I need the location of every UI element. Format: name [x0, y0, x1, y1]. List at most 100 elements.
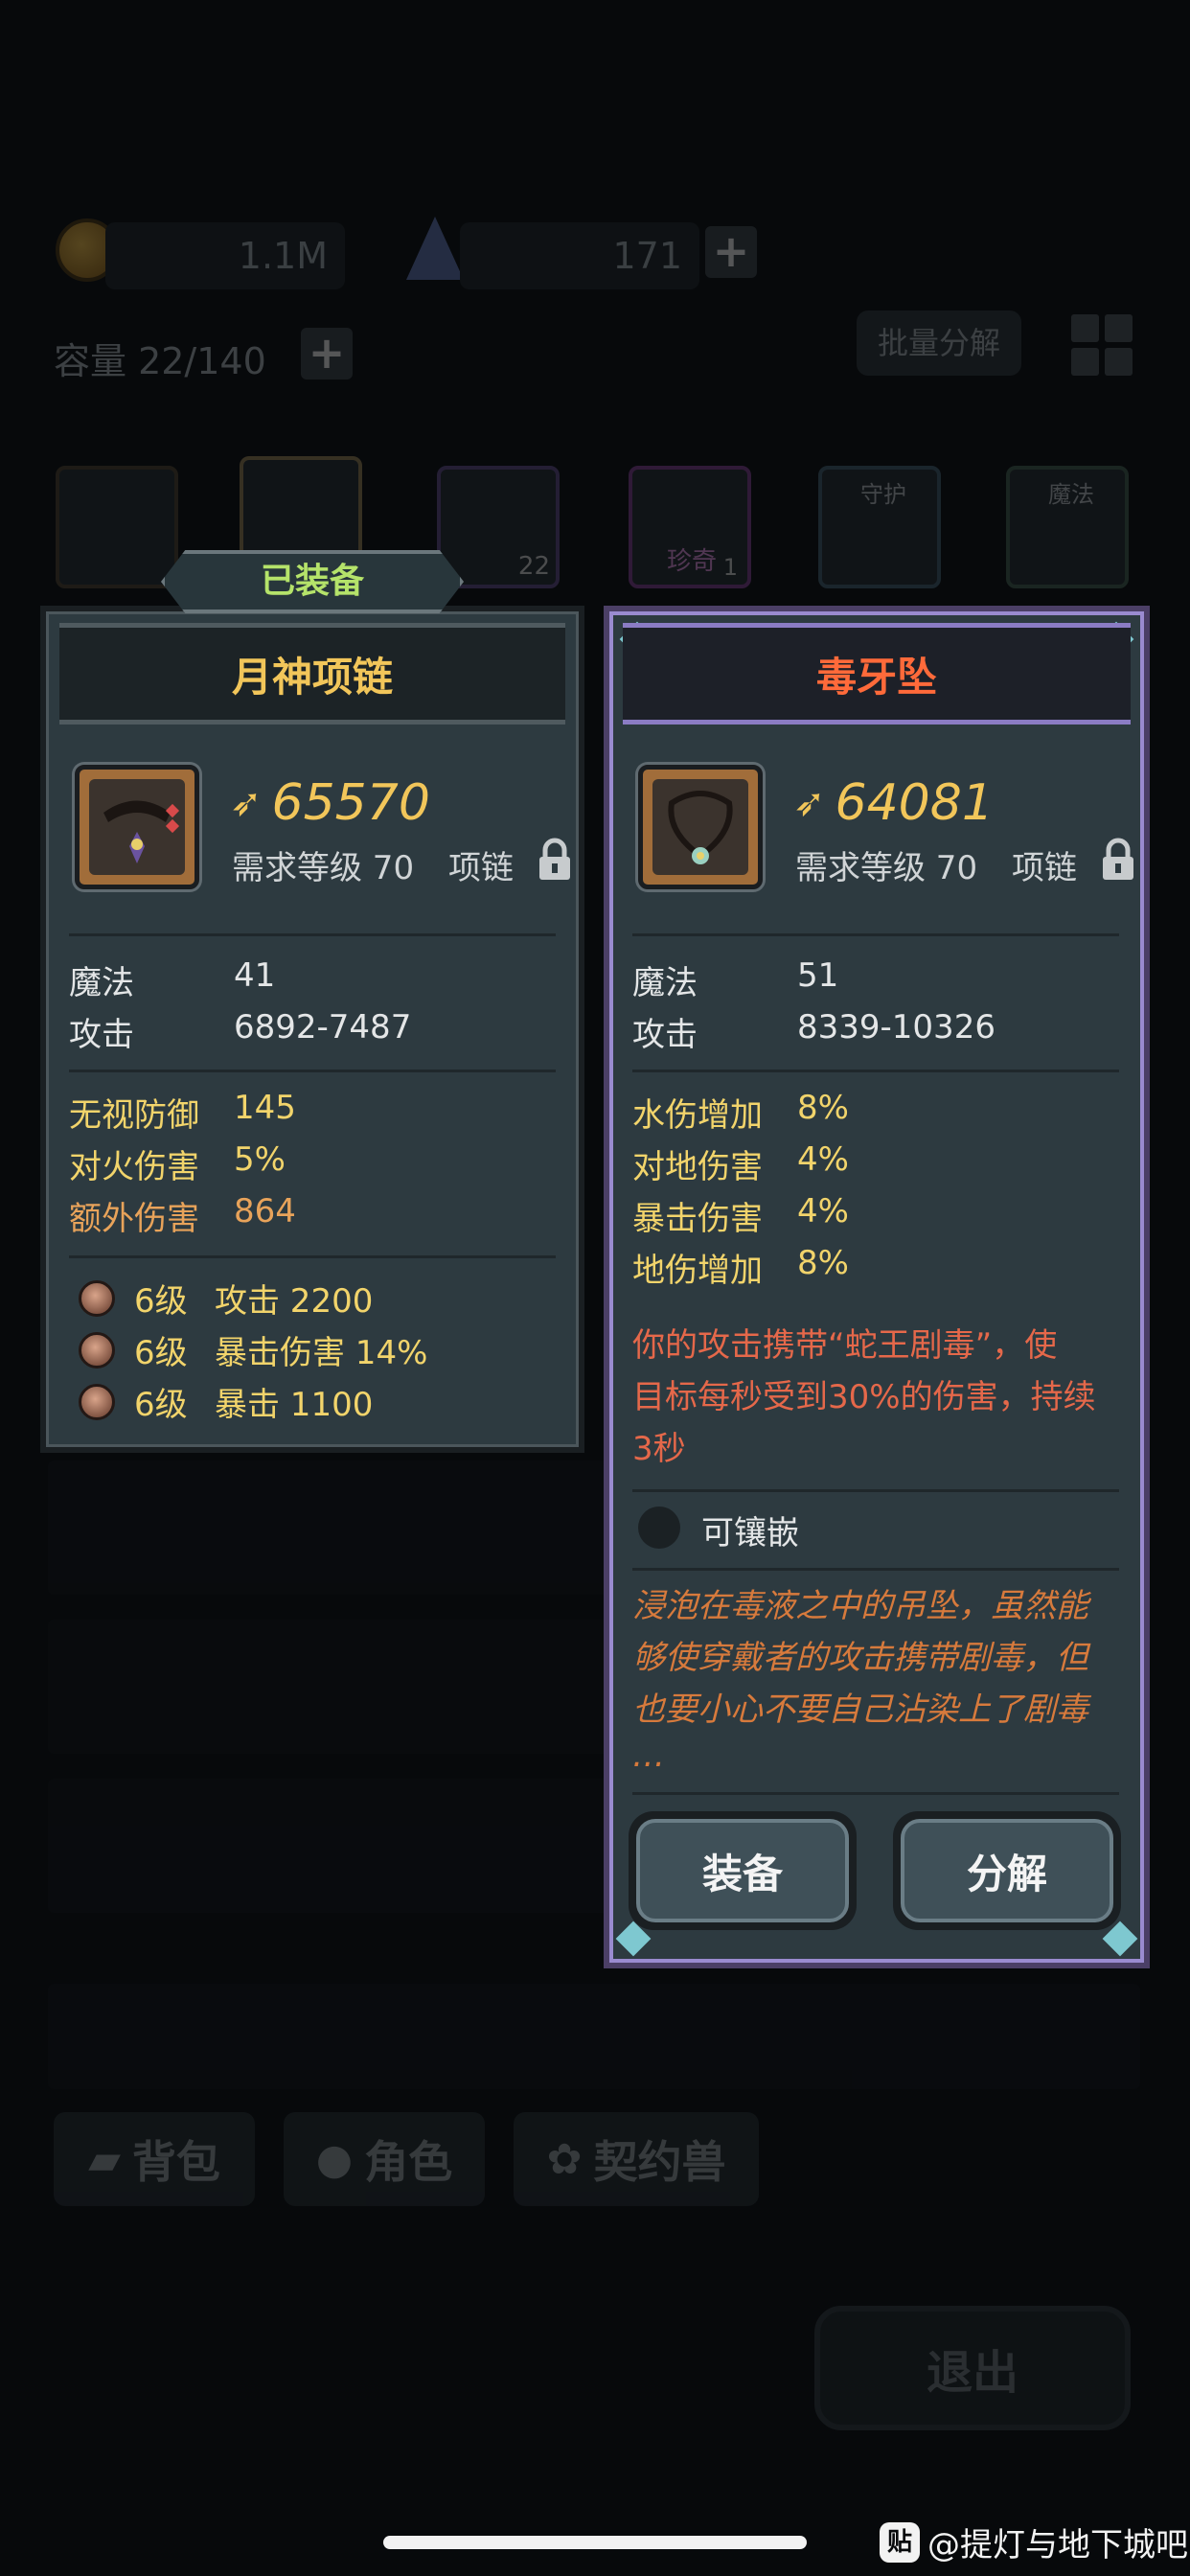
stat-value: 8%: [797, 1089, 849, 1127]
expand-capacity-button[interactable]: +: [301, 328, 353, 380]
special-effect-line: 3秒: [632, 1430, 686, 1468]
decompose-button-label: 分解: [901, 1819, 1113, 1922]
character-icon: ●: [315, 2134, 354, 2184]
moon-necklace-icon: [89, 779, 185, 875]
tieba-logo-icon: 贴: [880, 2521, 920, 2563]
gold-amount: 1.1M: [105, 222, 345, 289]
stat-label: 地伤增加: [632, 1252, 763, 1290]
item-name: 毒牙坠: [815, 653, 937, 701]
stat-value: 6892-7487: [234, 1008, 412, 1046]
exit-button[interactable]: 退出: [814, 2306, 1131, 2430]
level-requirement: 需求等级 70: [232, 849, 415, 887]
divider: [632, 933, 1119, 936]
tab-bag-label: 背包: [131, 2136, 220, 2188]
gem-level: 6级: [134, 1386, 188, 1424]
power-icon: ➶: [793, 781, 826, 825]
gem-icon: [79, 1332, 115, 1368]
power-icon: ➶: [230, 781, 263, 825]
tab-character-label: 角色: [364, 2136, 453, 2188]
stat-value: 4%: [797, 1192, 849, 1230]
stat-label: 攻击: [69, 1016, 134, 1054]
decompose-button[interactable]: 分解: [893, 1811, 1121, 1930]
divider: [69, 1070, 556, 1072]
flavor-text-line: 够使穿戴者的攻击携带剧毒，但: [632, 1639, 1088, 1677]
flavor-text-line: 浸泡在毒液之中的吊坠，虽然能: [632, 1587, 1088, 1625]
tab-pet-label: 契约兽: [593, 2136, 726, 2188]
stat-value: 864: [234, 1192, 296, 1230]
gem-level: 6级: [134, 1334, 188, 1372]
rare-count: 1: [722, 554, 738, 581]
stat-label: 暴击伤害: [632, 1200, 763, 1238]
stat-value: 4%: [797, 1140, 849, 1179]
new-item-card: 毒牙坠 ➶ 64081 需求等级 70 项链 魔法 51 攻击 8339-103…: [604, 606, 1150, 1968]
lock-icon[interactable]: [537, 838, 573, 882]
guard-label: 守护: [860, 481, 906, 508]
stat-label: 魔法: [632, 964, 698, 1002]
tab-pet[interactable]: ✿ 契约兽: [514, 2112, 759, 2206]
gem-level: 6级: [134, 1282, 188, 1321]
gem-icon: [79, 1384, 115, 1420]
divider: [632, 1568, 1119, 1571]
crystal-icon: [406, 217, 464, 280]
category-tab-rare[interactable]: 珍奇 1: [629, 466, 751, 588]
stat-label: 额外伤害: [69, 1200, 199, 1238]
equip-button[interactable]: 装备: [629, 1811, 857, 1930]
add-crystal-button[interactable]: +: [705, 226, 757, 278]
item-name-banner: 月神项链: [59, 623, 565, 724]
power-value: 64081: [835, 774, 994, 832]
special-effect-line: 目标每秒受到30%的伤害，持续: [632, 1378, 1096, 1416]
stat-label: 对火伤害: [69, 1148, 199, 1186]
equip-button-label: 装备: [636, 1819, 849, 1922]
stat-value: 8%: [797, 1244, 849, 1282]
item-name: 月神项链: [231, 653, 393, 701]
lock-icon[interactable]: [1100, 838, 1136, 882]
special-effect-line: 你的攻击携带“蛇王剧毒”，使: [632, 1326, 1058, 1365]
item-icon-frame: [638, 765, 763, 889]
paw-icon: ✿: [546, 2134, 583, 2184]
category-tab-purple[interactable]: 22: [437, 466, 560, 588]
gem-effect: 暴击伤害 14%: [215, 1334, 428, 1372]
equipped-tag: 已装备: [161, 550, 464, 613]
watermark-text: @提灯与地下城吧: [927, 2526, 1188, 2564]
rare-label: 珍奇: [667, 547, 718, 576]
stat-value: 51: [797, 956, 839, 995]
capacity-label: 容量 22/140: [54, 340, 266, 382]
socket-icon: [638, 1506, 680, 1549]
divider: [69, 933, 556, 936]
magic-label: 魔法: [1048, 481, 1094, 508]
gem-effect: 攻击 2200: [215, 1282, 374, 1321]
tab-character[interactable]: ● 角色: [284, 2112, 485, 2206]
category-tab-necklace[interactable]: [56, 466, 178, 588]
category-tab-guard[interactable]: 守护: [818, 466, 941, 588]
stat-value: 145: [234, 1089, 296, 1127]
gem-icon: [79, 1280, 115, 1317]
batch-decompose-button[interactable]: 批量分解: [857, 310, 1022, 376]
level-requirement: 需求等级 70: [795, 849, 978, 887]
inventory-slot[interactable]: [48, 1984, 1140, 2089]
stat-label: 无视防御: [69, 1096, 199, 1135]
stat-label: 魔法: [69, 964, 134, 1002]
stat-value: 41: [234, 956, 276, 995]
gem-effect: 暴击 1100: [215, 1386, 374, 1424]
item-icon-frame: [75, 765, 199, 889]
bag-icon: ▰: [88, 2134, 121, 2184]
divider: [632, 1792, 1119, 1795]
divider: [632, 1489, 1119, 1492]
grid-view-icon[interactable]: [1071, 314, 1133, 376]
count-badge: 22: [517, 552, 550, 581]
tab-bag[interactable]: ▰ 背包: [54, 2112, 255, 2206]
watermark: 贴 @提灯与地下城吧: [880, 2518, 1188, 2565]
divider: [632, 1070, 1119, 1072]
category-tab-magic[interactable]: 魔法: [1006, 466, 1129, 588]
stat-value: 8339-10326: [797, 1008, 995, 1046]
item-type: 项链: [1012, 849, 1077, 887]
stat-label: 攻击: [632, 1016, 698, 1054]
item-type: 项链: [448, 849, 514, 887]
home-indicator[interactable]: [383, 2536, 807, 2549]
stat-value: 5%: [234, 1140, 286, 1179]
flavor-text-line: …: [632, 1736, 665, 1775]
equipped-item-card: 月神项链 ➶ 65570 需求等级 70 项链 魔法 41 攻击 6892-74…: [40, 606, 584, 1453]
stat-label: 水伤增加: [632, 1096, 763, 1135]
socket-label: 可镶嵌: [701, 1514, 799, 1552]
item-name-banner: 毒牙坠: [623, 623, 1131, 724]
